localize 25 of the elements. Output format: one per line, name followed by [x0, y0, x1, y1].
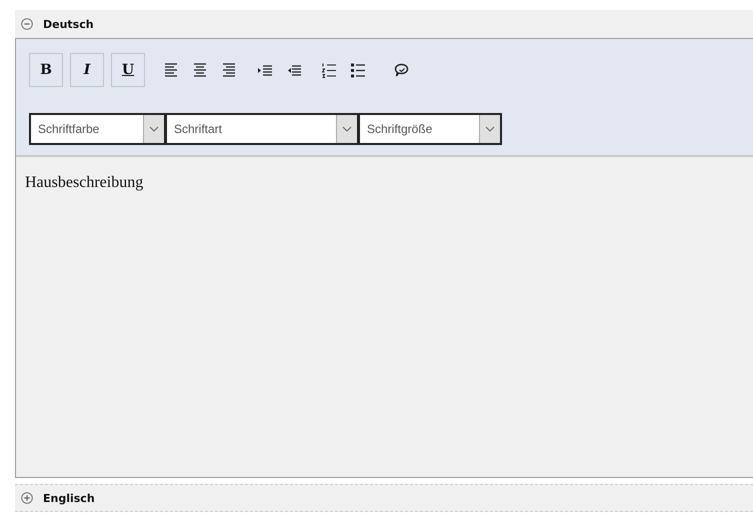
caret-icon [149, 126, 159, 132]
font-dropdown[interactable]: Schriftgröße [358, 113, 502, 145]
section-title[interactable]: Deutsch [43, 18, 94, 30]
underline-button[interactable]: U [111, 53, 145, 87]
font-dropdown[interactable]: Schriftart [165, 113, 358, 145]
align-center-icon[interactable] [194, 62, 208, 78]
editor-text[interactable]: Hausbeschreibung [16, 157, 753, 192]
dropdown-placeholder: Schriftgröße [366, 121, 434, 138]
italic-button[interactable]: I [70, 53, 104, 87]
bullet-list-icon[interactable] [351, 62, 365, 78]
dropdown-placeholder: Schriftfarbe [37, 121, 100, 138]
outdent-icon[interactable] [287, 62, 301, 78]
speech-bubble-icon[interactable] [394, 62, 410, 78]
numbered-list-icon[interactable] [322, 62, 336, 78]
bold-button[interactable]: B [29, 53, 63, 87]
section-title[interactable]: Englisch [43, 492, 95, 504]
font-dropdown[interactable]: Schriftfarbe [29, 113, 165, 145]
expand-icon[interactable] [21, 492, 33, 504]
align-right-icon[interactable] [223, 62, 237, 78]
align-left-icon[interactable] [165, 62, 179, 78]
indent-icon[interactable] [258, 62, 272, 78]
collapse-icon[interactable] [21, 18, 33, 30]
caret-icon [485, 126, 495, 132]
caret-icon [342, 126, 352, 132]
dropdown-placeholder: Schriftart [173, 121, 224, 138]
